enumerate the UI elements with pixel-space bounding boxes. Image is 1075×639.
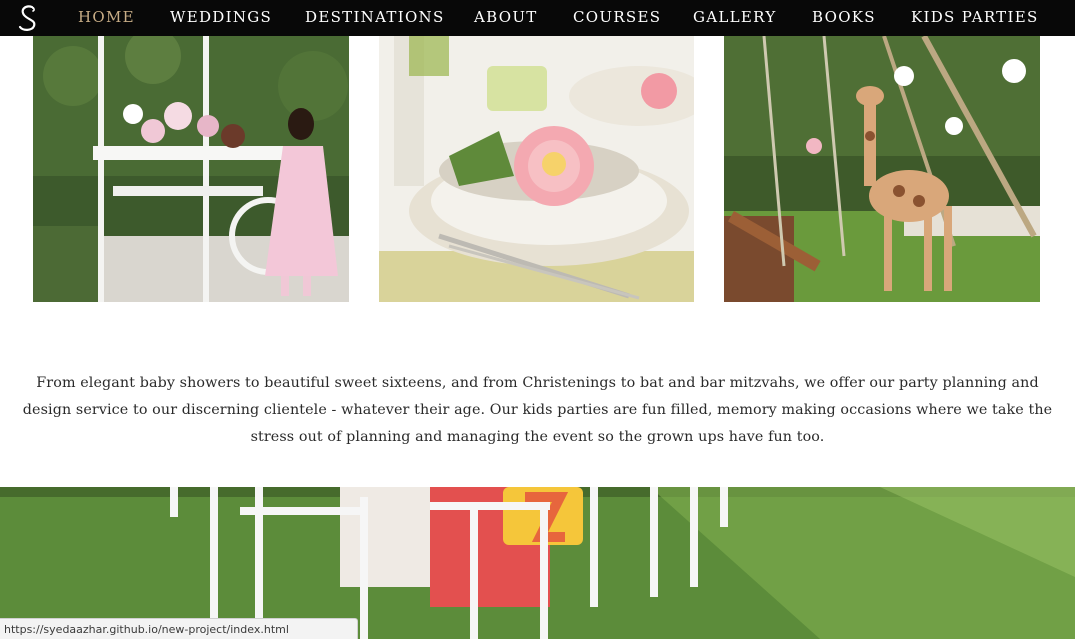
lawn-party-chairs-photo[interactable] — [0, 487, 1075, 639]
nav-kids-parties[interactable]: KIDS PARTIES — [911, 8, 1039, 26]
kids-parties-intro-text: From elegant baby showers to beautiful s… — [22, 375, 1053, 446]
nav-destinations[interactable]: DESTINATIONS — [305, 8, 445, 26]
nav-about[interactable]: ABOUT — [474, 8, 538, 26]
top-navbar: HOME WEDDINGS DESTINATIONS ABOUT COURSES… — [0, 0, 1075, 36]
browser-status-url: https://syedaazhar.github.io/new-project… — [0, 618, 358, 639]
giraffe-garden-party-photo[interactable] — [724, 36, 1040, 302]
peony-place-setting-photo[interactable] — [379, 36, 694, 302]
nav-weddings[interactable]: WEDDINGS — [170, 8, 272, 26]
nav-gallery[interactable]: GALLERY — [693, 8, 777, 26]
nav-courses[interactable]: COURSES — [573, 8, 661, 26]
nav-home[interactable]: HOME — [78, 8, 135, 26]
swan-s-logo-icon[interactable] — [14, 3, 42, 33]
nav-books[interactable]: BOOKS — [812, 8, 876, 26]
girl-at-flower-cart-photo[interactable] — [33, 36, 349, 302]
